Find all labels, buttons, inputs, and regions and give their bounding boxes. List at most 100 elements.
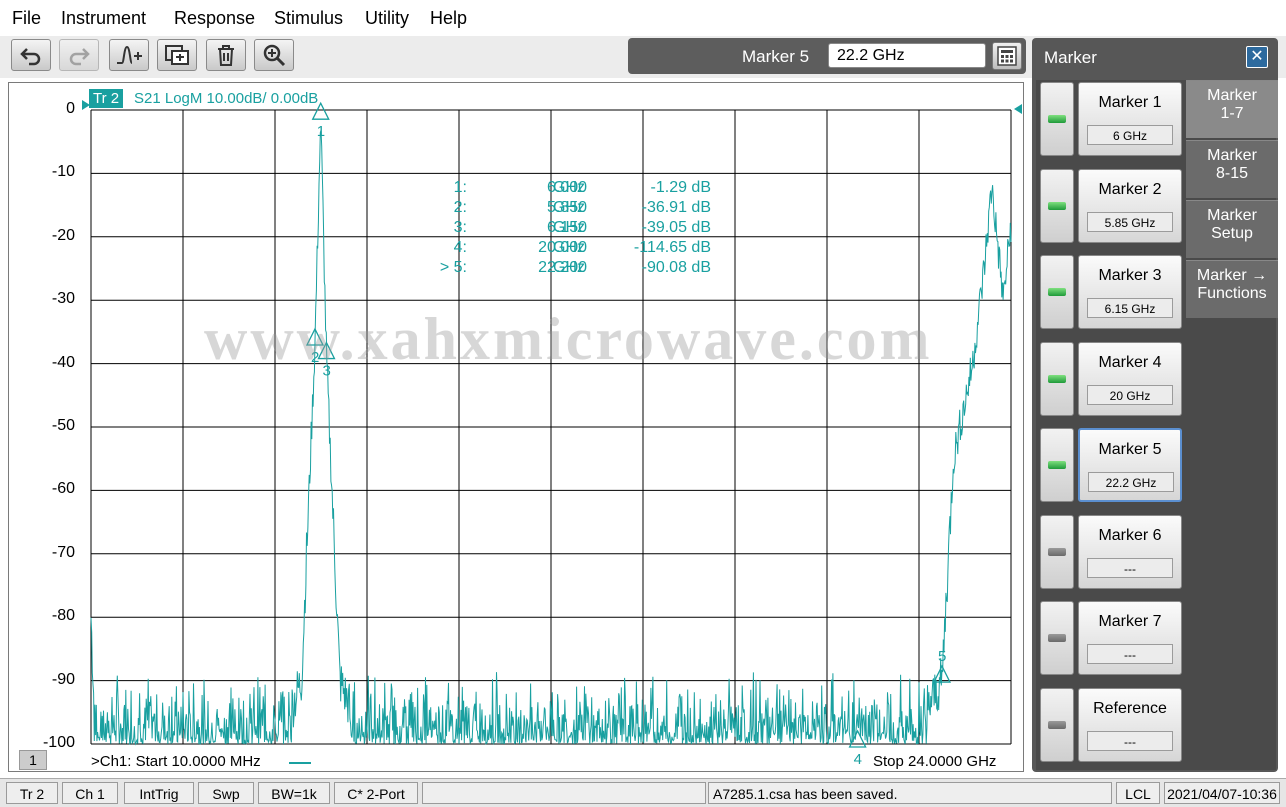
softkey-2[interactable]: Marker 2 5.85 GHz (1078, 168, 1182, 243)
zoom-button[interactable] (254, 39, 294, 71)
softkey-value: 6 GHz (1087, 125, 1173, 145)
softkey-label: Marker 7 (1098, 613, 1162, 630)
tab-line1: Marker (1207, 147, 1257, 164)
marker-readout-unit: GHz (553, 199, 585, 216)
menu-stimulus[interactable]: Stimulus (274, 8, 343, 29)
tab-line2: 8-15 (1215, 165, 1249, 182)
softkey-label: Marker 2 (1098, 180, 1162, 198)
softkey-6-toggle[interactable] (1040, 514, 1074, 589)
led-off-indicator (1048, 547, 1066, 556)
panel-tab-2[interactable]: Marker 8-15 (1186, 140, 1278, 198)
marker-readout-idx: 4: (453, 239, 467, 256)
panel-tab-1[interactable]: Marker 1-7 (1186, 80, 1278, 138)
undo-button[interactable] (11, 39, 51, 71)
softkey-5-toggle[interactable] (1040, 428, 1074, 502)
entry-label: Marker 5 (742, 47, 810, 66)
ref-level-arrow-right (1014, 104, 1022, 114)
close-icon: ✕ (1250, 48, 1264, 65)
softkey-6[interactable]: Marker 6 --- (1078, 514, 1182, 589)
entry-value-input[interactable] (828, 43, 986, 68)
marker-number-label: 1 (317, 123, 325, 140)
softkey-2-toggle[interactable] (1040, 168, 1074, 243)
softkey-1[interactable]: Marker 1 6 GHz (1078, 82, 1182, 156)
softkey-1-toggle[interactable] (1040, 82, 1074, 156)
menu-file[interactable]: File (12, 8, 41, 29)
softkey-value: 20 GHz (1087, 384, 1173, 405)
status-cell-1[interactable]: Tr 2 (6, 782, 58, 804)
y-tick-label: -20 (51, 226, 75, 244)
marker-readout-value: -1.29 dB (650, 179, 711, 196)
status-cell-4[interactable]: Swp (198, 782, 254, 804)
menu-response[interactable]: Response (174, 8, 255, 29)
status-cell-9: LCL (1116, 782, 1160, 804)
marker-plus-icon (117, 45, 142, 64)
stop-freq-label[interactable]: Stop 24.0000 GHz (873, 753, 996, 770)
status-cell-5[interactable]: BW=1k (258, 782, 330, 804)
marker-readout-value: -36.91 dB (641, 199, 711, 216)
y-tick-label: -80 (51, 607, 75, 625)
menu-instrument[interactable]: Instrument (61, 8, 146, 29)
active-entry-bar: Marker 5 (628, 38, 1026, 74)
marker-number-label: 5 (938, 648, 946, 665)
softkey-7[interactable]: Marker 7 --- (1078, 601, 1182, 675)
softkey-value: 6.15 GHz (1087, 298, 1173, 318)
softkey-label: Reference (1093, 699, 1167, 717)
led-off-indicator (1048, 720, 1066, 729)
softkey-3[interactable]: Marker 3 6.15 GHz (1078, 255, 1182, 329)
y-tick-label: -50 (51, 417, 75, 434)
marker-readout-idx: 1: (453, 179, 467, 196)
softkey-8-toggle[interactable] (1040, 687, 1074, 762)
copy-icon (165, 45, 189, 65)
menu-help[interactable]: Help (430, 8, 467, 29)
y-tick-label: -40 (51, 353, 75, 371)
softkey-5[interactable]: Marker 5 22.2 GHz (1078, 428, 1182, 502)
softkey-7-toggle[interactable] (1040, 601, 1074, 675)
menu-bar: File Instrument Response Stimulus Utilit… (0, 0, 1286, 36)
status-cell-6[interactable]: C* 2-Port (334, 782, 418, 804)
led-off-indicator (1048, 634, 1066, 642)
panel-tab-4[interactable]: Marker → Functions (1186, 260, 1278, 318)
led-on-indicator (1048, 288, 1066, 296)
close-panel-button[interactable]: ✕ (1246, 46, 1268, 68)
start-freq-label[interactable]: >Ch1: Start 10.0000 MHz (91, 753, 261, 770)
trace-window[interactable]: 12345 0 -10 -20 -30 -40 -50 -60 -70 -80 -90 -100 1… (8, 82, 1024, 772)
tab-line1: Marker (1207, 207, 1257, 224)
softkey-value: 22.2 GHz (1088, 472, 1174, 492)
softkey-label: Marker 1 (1098, 94, 1162, 111)
marker-readout-unit: GHz (553, 179, 585, 196)
trace-info: S21 LogM 10.00dB/ 0.00dB (134, 90, 319, 107)
softkey-value: --- (1087, 730, 1173, 751)
delete-button[interactable] (206, 39, 246, 71)
redo-button[interactable] (59, 39, 99, 71)
calculator-button[interactable] (992, 42, 1022, 70)
softkey-8[interactable]: Reference --- (1078, 687, 1182, 762)
trace-tag[interactable]: Tr 2 (89, 89, 124, 108)
tab-line1: Marker → (1196, 267, 1268, 284)
panel-tab-3[interactable]: Marker Setup (1186, 200, 1278, 258)
menu-utility[interactable]: Utility (365, 8, 409, 29)
marker-readout-idx: > 5: (439, 259, 467, 276)
status-cell-3[interactable]: IntTrig (124, 782, 194, 804)
marker-softkey-panel: Marker ✕ Marker 16 GHz Marker 2 5.85 GHz Ma… (1032, 38, 1278, 772)
softkey-label: Marker 5 (1098, 441, 1162, 458)
softkey-4-toggle[interactable] (1040, 341, 1074, 416)
marker-number-label: 4 (854, 751, 862, 768)
tab-line2: Functions (1197, 285, 1267, 302)
add-marker-button[interactable] (109, 39, 149, 71)
trace-legend-line (289, 762, 311, 764)
status-cell-2[interactable]: Ch 1 (62, 782, 118, 804)
undo-icon (20, 48, 41, 66)
softkey-label: Marker 6 (1098, 526, 1162, 544)
softkey-4[interactable]: Marker 4 20 GHz (1078, 341, 1182, 416)
marker-readout-value: -114.65 dB (633, 239, 711, 256)
tab-line2: Setup (1211, 225, 1253, 242)
led-on-indicator (1048, 374, 1066, 383)
softkey-3-toggle[interactable] (1040, 255, 1074, 329)
status-bar: Tr 2 Ch 1 IntTrig Swp BW=1k C* 2-Port A7285.1.… (0, 778, 1286, 807)
copy-channel-button[interactable] (157, 39, 197, 71)
channel-number[interactable]: 1 (19, 750, 47, 770)
calculator-icon (997, 46, 1017, 66)
marker-readout-idx: 3: (453, 219, 467, 236)
marker-readout-unit: GHz (553, 259, 585, 276)
status-cell-7 (422, 782, 706, 804)
